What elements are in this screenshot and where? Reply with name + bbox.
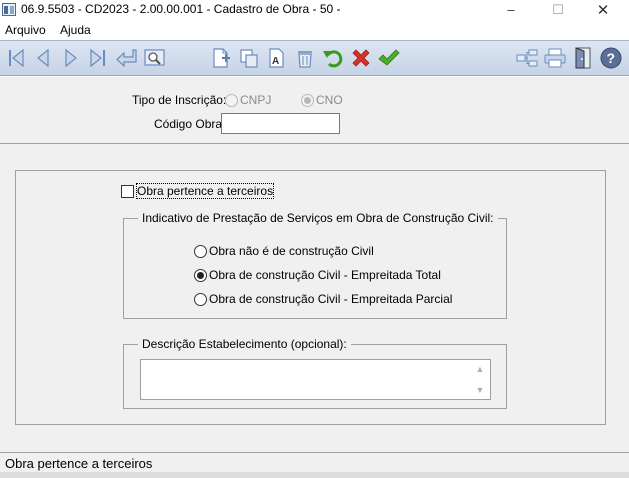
cancel-button[interactable] <box>348 45 374 71</box>
next-record-button[interactable] <box>58 45 84 71</box>
minimize-button[interactable]: – <box>488 0 534 19</box>
taskbar-strip <box>0 472 629 478</box>
svg-text:A: A <box>272 56 279 67</box>
search-icon <box>144 49 165 66</box>
scroll-down-icon[interactable]: ▼ <box>475 385 485 395</box>
last-icon <box>90 48 105 68</box>
descricao-textarea[interactable] <box>140 359 491 400</box>
app-icon <box>2 3 16 16</box>
codigo-obra-input[interactable] <box>221 113 340 134</box>
exit-door-icon <box>575 47 591 69</box>
printer-icon <box>544 48 566 68</box>
search-button[interactable] <box>142 45 168 71</box>
obra-terceiros-checkbox[interactable] <box>121 185 134 198</box>
descricao-title: Descrição Estabelecimento (opcional): <box>138 337 351 351</box>
menu-bar: Arquivo Ajuda <box>0 20 629 40</box>
print-button[interactable] <box>542 45 568 71</box>
confirm-button[interactable] <box>376 45 402 71</box>
obra-terceiros-label[interactable]: Obra pertence a terceiros <box>135 183 275 199</box>
enter-icon <box>116 49 137 68</box>
menu-ajuda[interactable]: Ajuda <box>60 23 91 37</box>
scroll-up-icon[interactable]: ▲ <box>475 364 485 374</box>
codigo-obra-label: Código Obra: <box>154 117 226 131</box>
exit-button[interactable] <box>570 45 596 71</box>
indicativo-title: Indicativo de Prestação de Serviços em O… <box>138 211 498 225</box>
indicativo-group: Indicativo de Prestação de Serviços em O… <box>123 211 507 319</box>
edit-text-button[interactable]: A <box>264 45 290 71</box>
status-text: Obra pertence a terceiros <box>5 456 153 471</box>
descricao-group: Descrição Estabelecimento (opcional): ▲ … <box>123 337 507 409</box>
separator-line <box>0 143 629 144</box>
radio-empreitada-total[interactable] <box>194 269 207 282</box>
radio-nao-construcao[interactable] <box>194 245 207 258</box>
tree-view-button[interactable] <box>514 45 540 71</box>
delete-button[interactable] <box>292 45 318 71</box>
radio-empreitada-total-label: Obra de construção Civil - Empreitada To… <box>209 268 441 282</box>
toolbar: A ? <box>0 40 629 76</box>
maximize-button[interactable]: ☐ <box>535 0 581 19</box>
previous-record-button[interactable] <box>30 45 56 71</box>
help-button[interactable]: ? <box>598 45 624 71</box>
last-record-button[interactable] <box>85 45 111 71</box>
confirm-check-icon <box>378 49 400 66</box>
tipo-inscricao-label: Tipo de Inscrição: <box>132 93 227 107</box>
first-record-button[interactable] <box>3 45 29 71</box>
next-icon <box>65 48 77 68</box>
undo-button[interactable] <box>320 45 346 71</box>
status-bar: Obra pertence a terceiros <box>0 452 629 472</box>
tree-icon <box>516 49 538 67</box>
previous-icon <box>37 48 49 68</box>
radio-empreitada-parcial-label: Obra de construção Civil - Empreitada Pa… <box>209 292 453 306</box>
obra-panel: Obra pertence a terceiros Indicativo de … <box>15 170 606 425</box>
radio-cnpj-label: CNPJ <box>240 93 272 107</box>
copy-icon <box>240 49 258 68</box>
maximize-icon: ☐ <box>552 1 564 17</box>
new-record-button[interactable] <box>208 45 234 71</box>
copy-button[interactable] <box>236 45 262 71</box>
svg-text:?: ? <box>607 50 616 66</box>
close-icon: ✕ <box>596 1 610 19</box>
edit-text-icon: A <box>269 48 284 68</box>
undo-icon <box>323 50 343 68</box>
menu-arquivo[interactable]: Arquivo <box>5 23 46 37</box>
enter-button[interactable] <box>114 45 140 71</box>
cancel-icon <box>352 49 370 67</box>
window-title: 06.9.5503 - CD2023 - 2.00.00.001 - Cadas… <box>21 2 341 16</box>
help-icon: ? <box>600 47 622 69</box>
radio-cno-label: CNO <box>316 93 343 107</box>
minimize-icon: – <box>507 2 515 17</box>
first-icon <box>9 48 24 68</box>
radio-cnpj[interactable] <box>225 94 238 107</box>
form-area: Tipo de Inscrição: CNPJ CNO Código Obra:… <box>0 77 629 452</box>
radio-cno[interactable] <box>301 94 314 107</box>
close-button[interactable]: ✕ <box>580 0 626 19</box>
radio-nao-construcao-label: Obra não é de construção Civil <box>209 244 374 258</box>
title-bar: 06.9.5503 - CD2023 - 2.00.00.001 - Cadas… <box>0 0 629 19</box>
radio-empreitada-parcial[interactable] <box>194 293 207 306</box>
new-document-icon <box>213 48 230 68</box>
trash-icon <box>298 51 312 68</box>
